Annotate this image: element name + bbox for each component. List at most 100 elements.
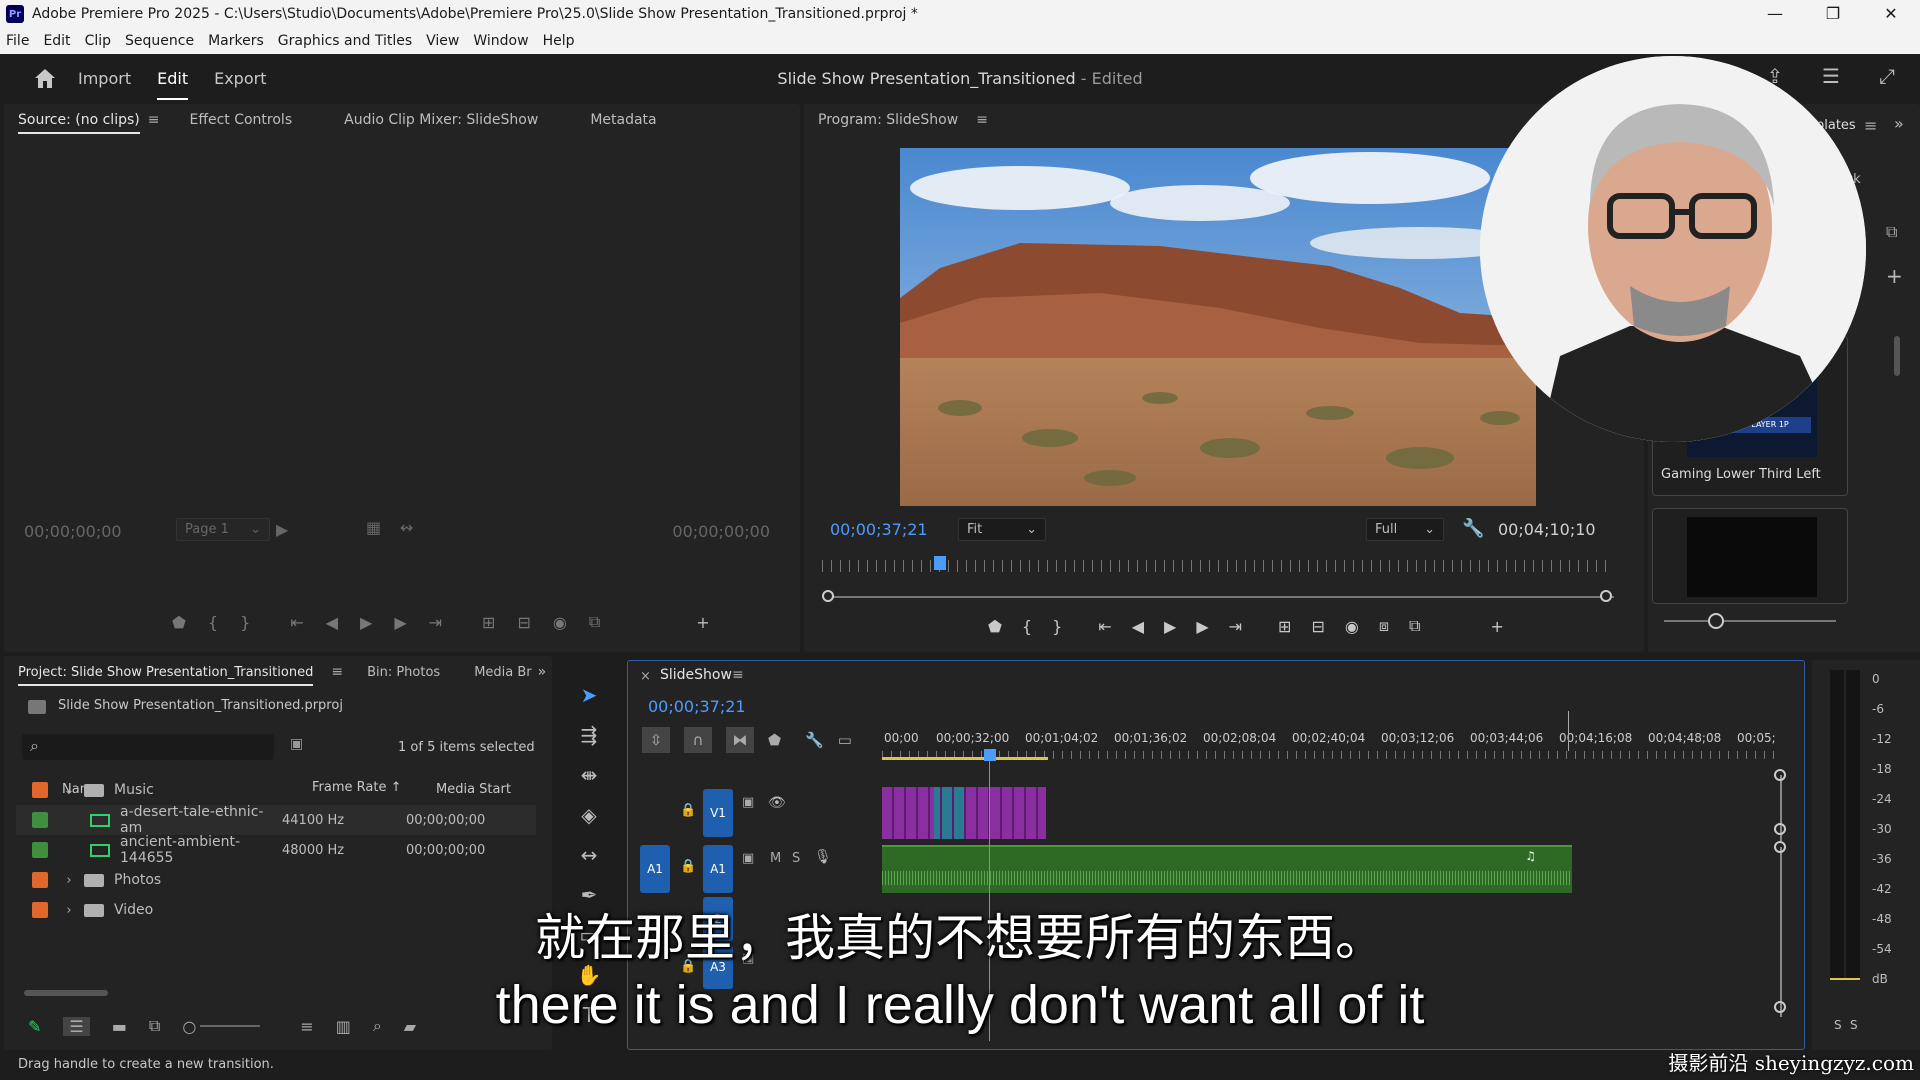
button-editor-icon[interactable]: ⧉ — [1409, 616, 1420, 636]
audio-clip-a1[interactable]: ♫ — [882, 845, 1572, 893]
tab-source[interactable]: Source: (no clips) — [18, 112, 140, 134]
export-frame-icon[interactable]: ◉ — [1345, 617, 1359, 636]
list-item[interactable]: ancient-ambient-144655 48000 Hz 00;00;00… — [16, 834, 536, 866]
insert-icon[interactable]: ⊞ — [482, 613, 495, 632]
label-color-swatch[interactable] — [32, 782, 48, 798]
tab-media-browser[interactable]: Media Br — [474, 665, 531, 680]
panel-menu-icon[interactable]: ≡ — [1864, 116, 1877, 135]
new-layer-icon[interactable]: ⧉ — [1886, 222, 1897, 242]
template-card[interactable] — [1652, 508, 1848, 604]
menu-sequence[interactable]: Sequence — [125, 33, 194, 49]
nest-toggle-icon[interactable]: ⇳ — [642, 727, 670, 753]
tab-bin-photos[interactable]: Bin: Photos — [367, 665, 440, 680]
panel-menu-icon[interactable]: ≡ — [148, 112, 160, 128]
eye-icon[interactable]: 👁 — [768, 795, 786, 811]
lock-icon[interactable]: 🔒 — [680, 803, 696, 818]
menu-edit[interactable]: Edit — [43, 33, 70, 49]
chevron-down-icon[interactable]: ⌄ — [60, 783, 78, 798]
mute-button[interactable]: M — [770, 851, 781, 866]
list-item[interactable]: a-desert-tale-ethnic-am 44100 Hz 00;00;0… — [16, 804, 536, 836]
tab-metadata[interactable]: Metadata — [590, 112, 656, 128]
zoom-fit-select[interactable]: Fit ⌄ — [958, 518, 1046, 541]
page-select[interactable]: Page 1 ⌄ — [176, 518, 270, 541]
menu-view[interactable]: View — [426, 33, 459, 49]
zoom-handle[interactable] — [1774, 841, 1786, 853]
expand-panels-icon[interactable]: » — [538, 664, 547, 680]
list-item[interactable]: ⌄ Music — [16, 775, 536, 805]
export-frame-icon[interactable]: ◉ — [553, 613, 567, 632]
wrench-icon[interactable]: 🔧 — [1462, 518, 1484, 539]
menu-graphics-and-titles[interactable]: Graphics and Titles — [278, 33, 412, 49]
tab-audio-clip-mixer[interactable]: Audio Clip Mixer: SlideShow — [344, 112, 538, 128]
play-icon[interactable]: ▶ — [1164, 617, 1176, 636]
minimize-button[interactable]: — — [1746, 0, 1804, 28]
program-playhead[interactable] — [934, 556, 946, 570]
razor-tool-icon[interactable]: ◈ — [566, 795, 612, 835]
play-icon[interactable]: ▶ — [360, 613, 372, 632]
snap-icon[interactable]: ∩ — [684, 727, 712, 753]
track-a1-source[interactable]: A1 — [640, 845, 670, 893]
go-to-out-icon[interactable]: ⇥ — [1229, 617, 1242, 636]
add-button-icon[interactable]: + — [1490, 617, 1503, 636]
timeline-playhead-handle[interactable] — [984, 749, 996, 761]
maximize-button[interactable]: ❐ — [1804, 0, 1862, 28]
add-icon[interactable]: + — [1886, 264, 1903, 288]
captions-icon[interactable]: ▭ — [838, 731, 852, 749]
lock-icon[interactable]: 🔒 — [680, 859, 696, 874]
slip-tool-icon[interactable]: ↔ — [566, 835, 612, 875]
track-v1-target[interactable]: V1 — [703, 789, 733, 837]
panel-menu-icon[interactable]: ≡ — [732, 667, 744, 683]
play-arrow-icon[interactable]: ▶ — [276, 520, 288, 539]
video-clips-v1[interactable] — [882, 787, 1046, 839]
fullscreen-icon[interactable]: ⤢ — [1874, 64, 1900, 90]
go-to-in-icon[interactable]: ⇤ — [1098, 617, 1111, 636]
workspaces-menu-icon[interactable]: ☰ — [1818, 64, 1844, 90]
go-to-out-icon[interactable]: ⇥ — [429, 613, 442, 632]
tab-effect-controls[interactable]: Effect Controls — [189, 112, 292, 128]
mark-in-icon[interactable]: { — [1022, 617, 1032, 636]
home-icon[interactable] — [32, 65, 58, 91]
panel-menu-icon[interactable]: ≡ — [331, 664, 343, 680]
tab-project[interactable]: Project: Slide Show Presentation_Transit… — [18, 665, 314, 686]
track-a1-target[interactable]: A1 — [703, 845, 733, 893]
button-editor-icon[interactable]: ⧉ — [589, 612, 600, 632]
go-to-in-icon[interactable]: ⇤ — [290, 613, 303, 632]
menu-file[interactable]: File — [6, 33, 29, 49]
close-sequence-icon[interactable]: × — [640, 669, 651, 684]
selection-tool-icon[interactable]: ➤ — [566, 675, 612, 715]
add-marker-icon[interactable]: ⬟ — [988, 617, 1002, 636]
step-back-icon[interactable]: ◀ — [1132, 617, 1144, 636]
mark-in-icon[interactable]: { — [208, 613, 218, 632]
solo-button[interactable]: S — [792, 851, 800, 866]
safe-margins-icon[interactable]: ▦ — [366, 518, 381, 537]
menu-help[interactable]: Help — [543, 33, 575, 49]
tab-edit[interactable]: Edit — [157, 69, 188, 100]
sync-lock-icon[interactable]: ▣ — [742, 795, 754, 810]
close-window-button[interactable]: ✕ — [1862, 0, 1920, 28]
chevron-right-icon[interactable]: › — [60, 873, 78, 888]
add-marker-icon[interactable]: ⬟ — [768, 731, 781, 749]
new-search-bin-icon[interactable]: ▣ — [290, 736, 303, 752]
lift-icon[interactable]: ⊞ — [1278, 617, 1291, 636]
scroll-handle-left[interactable] — [822, 590, 834, 602]
scroll-handle-right[interactable] — [1600, 590, 1612, 602]
program-scroll-track[interactable] — [828, 596, 1614, 598]
thumbnail-size-slider[interactable] — [1664, 620, 1836, 622]
tab-import[interactable]: Import — [78, 69, 131, 88]
list-item[interactable]: › Photos — [16, 865, 536, 895]
panel-menu-icon[interactable]: ≡ — [976, 112, 988, 128]
menu-clip[interactable]: Clip — [85, 33, 111, 49]
tab-program[interactable]: Program: SlideShow — [818, 112, 958, 128]
timeline-timecode[interactable]: 00;00;37;21 — [648, 697, 746, 716]
work-area-bar[interactable] — [882, 757, 1048, 760]
extract-icon[interactable]: ⊟ — [1311, 617, 1324, 636]
program-timecode[interactable]: 00;00;37;21 — [830, 520, 928, 539]
label-color-swatch[interactable] — [32, 842, 48, 858]
label-color-swatch[interactable] — [32, 872, 48, 888]
search-field[interactable] — [52, 737, 262, 752]
comparison-view-icon[interactable]: ⧈ — [1379, 616, 1389, 636]
sync-lock-icon[interactable]: ▣ — [742, 851, 754, 866]
label-color-swatch[interactable] — [32, 812, 48, 828]
zoom-handle[interactable] — [1774, 823, 1786, 835]
menu-markers[interactable]: Markers — [208, 33, 264, 49]
